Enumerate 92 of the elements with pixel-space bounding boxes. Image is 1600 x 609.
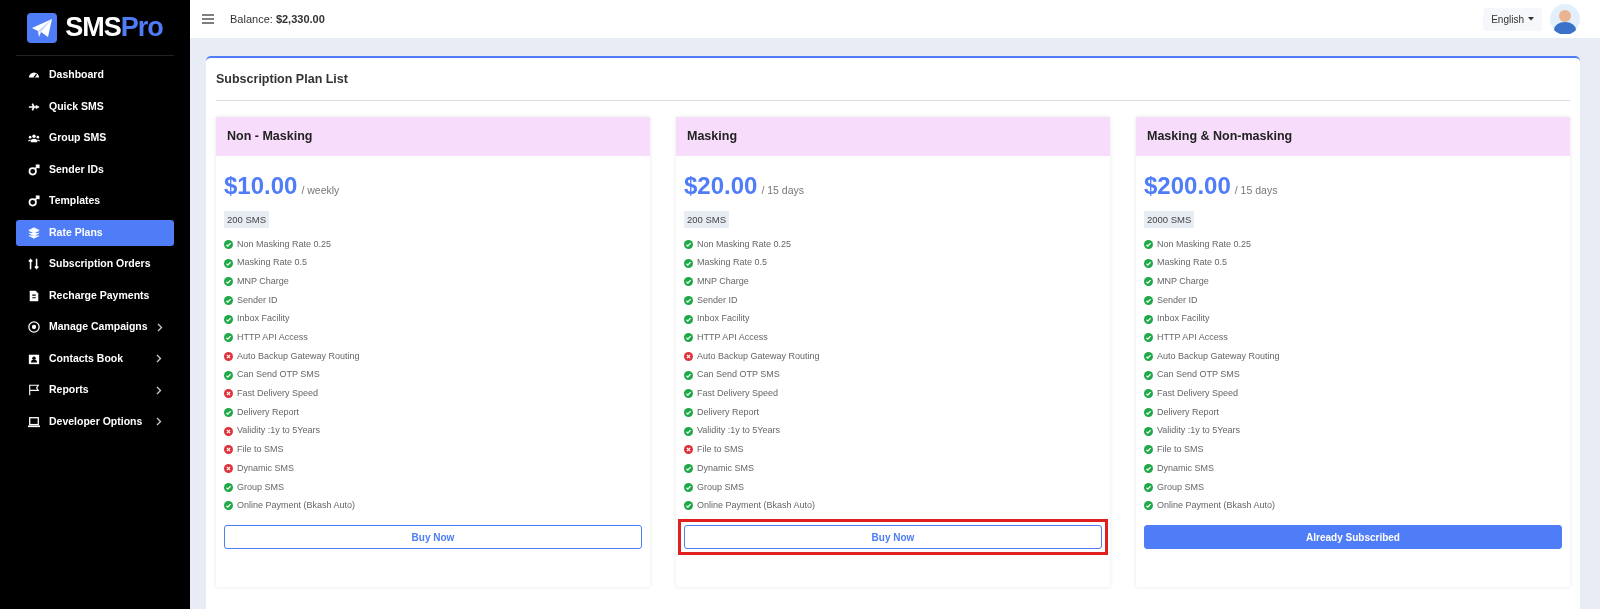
feature-label: HTTP API Access (237, 331, 308, 345)
layers-icon (28, 226, 40, 239)
feature-label: Group SMS (697, 480, 745, 494)
contact-card-icon (28, 352, 40, 365)
male-symbol-icon (28, 195, 40, 207)
feature-label: HTTP API Access (1157, 331, 1228, 345)
male-symbol-icon (28, 163, 40, 176)
plan-price: $200.00 (1144, 170, 1231, 201)
circle-target-icon (28, 321, 40, 333)
feature-label: MNP Charge (1157, 274, 1209, 288)
plane-icon (28, 100, 40, 113)
feature-label: Non Masking Rate 0.25 (697, 237, 792, 251)
menu-icon (202, 14, 214, 24)
feature-label: Masking Rate 0.5 (1157, 256, 1228, 270)
sidebar-item[interactable]: Developer Options (16, 408, 174, 435)
feature-label: MNP Charge (237, 274, 289, 288)
feature-label: Auto Backup Gateway Routing (697, 349, 820, 363)
feature-label: Inbox Facility (1157, 312, 1210, 326)
feature-label: Dynamic SMS (1157, 461, 1214, 475)
feature-label: Validity :1y to 5Years (237, 424, 321, 438)
plan-period: / weekly (301, 182, 340, 198)
flag-icon (28, 384, 40, 396)
feature-label: Online Payment (Bkash Auto) (1157, 499, 1276, 513)
feature-label: Fast Delivery Speed (237, 387, 319, 401)
sidebar-item[interactable]: Manage Campaigns (16, 314, 174, 340)
plan-price: $10.00 (224, 170, 298, 201)
language-dropdown[interactable]: English (1483, 7, 1542, 31)
caret-icon (1528, 17, 1534, 21)
feature-label: Can Send OTP SMS (237, 368, 320, 382)
sidebar-item[interactable]: Reports (16, 377, 174, 403)
balance-text: Balance: $2,330.00 (230, 11, 325, 27)
plan-period: / 15 days (761, 182, 805, 198)
plan-price: $20.00 (684, 170, 758, 201)
plan-name: Masking & Non-masking (1136, 116, 1570, 156)
feature-label: File to SMS (237, 443, 284, 457)
plan-name: Non - Masking (216, 116, 650, 156)
plan-period: / 15 days (1234, 182, 1278, 198)
feature-label: File to SMS (1157, 443, 1204, 457)
feature-label: Sender ID (697, 293, 738, 307)
sidebar-item[interactable]: Sender IDs (16, 156, 174, 183)
feature-label: Fast Delivery Speed (697, 387, 779, 401)
sort-arrows-icon (28, 258, 40, 270)
document-icon (28, 289, 40, 302)
sidebar-item[interactable]: Subscription Orders (16, 251, 174, 277)
feature-label: Validity :1y to 5Years (697, 424, 781, 438)
buy-now-button[interactable]: Buy Now (224, 525, 642, 550)
sidebar-item[interactable]: Templates (16, 188, 174, 214)
feature-label: Non Masking Rate 0.25 (237, 237, 332, 251)
feature-label: MNP Charge (697, 274, 749, 288)
laptop-icon (28, 415, 40, 428)
feature-label: Dynamic SMS (237, 461, 294, 475)
feature-label: Group SMS (1157, 480, 1205, 494)
sidebar-item[interactable]: Quick SMS (16, 93, 174, 120)
sidebar-item[interactable]: Contacts Book (16, 345, 174, 372)
feature-label: Masking Rate 0.5 (697, 256, 768, 270)
panel-title: Subscription Plan List (216, 58, 1570, 101)
feature-label: Validity :1y to 5Years (1157, 424, 1241, 438)
feature-label: Inbox Facility (237, 312, 290, 326)
feature-label: Delivery Report (697, 405, 760, 419)
sidebar-item[interactable]: Recharge Payments (16, 282, 174, 309)
feature-label: Sender ID (237, 293, 278, 307)
feature-label: Sender ID (1157, 293, 1198, 307)
feature-label: Can Send OTP SMS (1157, 368, 1240, 382)
paper-plane-logo-icon (27, 12, 58, 43)
feature-label: Delivery Report (1157, 405, 1220, 419)
sidebar-item[interactable]: Dashboard (16, 62, 174, 88)
feature-label: Can Send OTP SMS (697, 368, 780, 382)
users-icon (28, 132, 40, 144)
feature-label: File to SMS (697, 443, 744, 457)
plan-name: Masking (676, 116, 1110, 156)
feature-label: Online Payment (Bkash Auto) (697, 499, 816, 513)
feature-label: Fast Delivery Speed (1157, 387, 1239, 401)
sms-count: 200 SMS (684, 210, 730, 228)
feature-label: Online Payment (Bkash Auto) (237, 499, 356, 513)
subscribed-button[interactable]: Already Subscribed (1144, 525, 1562, 550)
menu-button[interactable] (202, 14, 214, 24)
avatar-icon (1550, 4, 1580, 34)
buy-now-button[interactable]: Buy Now (684, 525, 1102, 550)
feature-label: Auto Backup Gateway Routing (1157, 349, 1280, 363)
sidebar-item[interactable]: Rate Plans (16, 219, 174, 246)
sidebar-item[interactable]: Group SMS (16, 125, 174, 151)
feature-label: Non Masking Rate 0.25 (1157, 237, 1252, 251)
feature-label: Auto Backup Gateway Routing (237, 349, 360, 363)
feature-label: Inbox Facility (697, 312, 750, 326)
feature-label: Delivery Report (237, 405, 300, 419)
logo-text: SMSPro (65, 11, 163, 45)
feature-label: HTTP API Access (697, 331, 768, 345)
sms-count: 200 SMS (224, 210, 270, 228)
feature-label: Dynamic SMS (697, 461, 754, 475)
sms-count: 2000 SMS (1144, 210, 1195, 228)
feature-label: Masking Rate 0.5 (237, 256, 308, 270)
feature-label: Group SMS (237, 480, 285, 494)
